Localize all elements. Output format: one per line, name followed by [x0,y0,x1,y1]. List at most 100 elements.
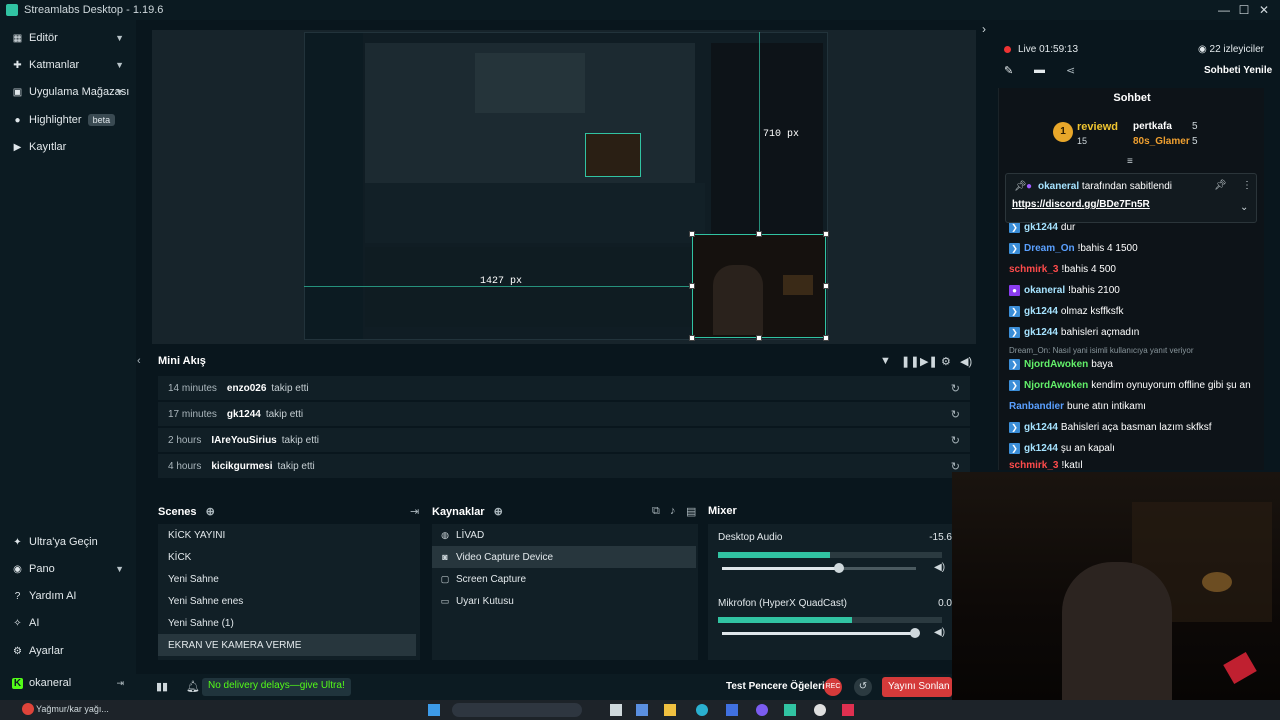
pinned-message: 📌︎ ● okaneral tarafından sabitlendi 📌︎ ⋮… [1005,173,1257,223]
layers-icon: ✚ [13,59,22,71]
close-icon[interactable]: ✕ [1256,2,1272,18]
scene-item[interactable]: Yeni Sahne [158,568,416,590]
slider-knob[interactable] [834,563,844,573]
streamlabs-icon[interactable] [784,704,796,716]
rank-badge-icon: 1 [1053,122,1073,142]
source-item[interactable]: ▭ Uyarı Kutusu [432,590,696,612]
slider-knob[interactable] [910,628,920,638]
start-menu-icon[interactable] [428,704,440,716]
taskbar-app-icon[interactable] [610,704,622,716]
sidebar-item-recordings[interactable]: ▶ Kayıtlar [0,135,136,159]
sidebar-item-ultra[interactable]: ✦ Ultra'ya Geçin [0,530,136,554]
taskbar-app-icon[interactable] [756,704,768,716]
add-source-icon[interactable]: ⊕ [494,506,503,518]
resize-handle[interactable] [823,231,829,237]
folder-icon[interactable]: ▤ [686,505,696,518]
stats-icon[interactable]: ▮▮ [156,680,168,693]
taskbar-app-icon[interactable] [726,704,738,716]
folder-icon[interactable] [664,704,676,716]
sidebar-user[interactable]: K okaneral ⇥ [0,671,136,695]
more-icon[interactable]: ⋮ [1242,180,1252,191]
chat-message: Ranbandier bune atın intikamı [1009,397,1259,415]
source-item-selected[interactable]: ◙ Video Capture Device [432,546,696,568]
notification-icon[interactable]: 🔔︎ [186,680,200,693]
replay-icon[interactable]: ↻ [951,460,960,473]
volume-icon[interactable]: ◀) [960,355,972,368]
selected-camera-source[interactable] [692,234,826,338]
expand-icon[interactable]: ≡ [1127,156,1133,167]
sub-badge-icon: ❯ [1009,421,1020,433]
unpin-icon[interactable]: 📌︎ [1214,180,1227,191]
scene-item[interactable]: KİCK YAYINI [158,524,416,546]
filter-icon[interactable]: ▼ [880,355,891,367]
collapse-right-icon[interactable]: › [982,22,986,36]
taskbar-app-icon[interactable] [814,704,826,716]
search-bar[interactable] [452,703,582,717]
chevron-down-icon[interactable]: ⌄ [1240,202,1248,213]
collapse-left-icon[interactable]: ‹ [137,355,141,367]
browser-icon[interactable] [696,704,708,716]
taskbar-app-icon[interactable] [636,704,648,716]
resize-handle[interactable] [823,335,829,341]
logout-icon[interactable]: ⇥ [116,678,124,689]
replay-buffer-icon[interactable]: ↺ [854,678,872,696]
live-dot-icon [1004,46,1011,53]
chat-user: gk1244 [1024,421,1058,433]
maximize-icon[interactable]: ☐ [1236,2,1252,18]
scene-label: Yeni Sahne [168,573,219,585]
scene-item[interactable]: Yeni Sahne enes [158,590,416,612]
volume-icon[interactable]: ◀) [934,627,945,638]
volume-slider[interactable] [722,628,920,638]
scene-item[interactable]: KİCK [158,546,416,568]
resize-handle[interactable] [823,283,829,289]
settings-icon[interactable]: ⚙ [941,355,951,368]
event-action: takip etti [277,460,315,472]
third-count: 5 [1192,136,1198,147]
taskbar-app-icon[interactable] [842,704,854,716]
sidebar-item-settings[interactable]: ⚙ Ayarlar [0,639,136,663]
resize-handle[interactable] [756,231,762,237]
rec-button[interactable]: REC [824,678,842,696]
ultra-banner[interactable]: No delivery delays—give Ultra! [202,678,351,696]
sidebar-item-store[interactable]: ▣ Uygulama Mağazası ▼ [0,80,136,104]
pinned-link[interactable]: https://discord.gg/BDe7Fn5R [1012,199,1150,210]
resize-handle[interactable] [689,335,695,341]
source-audio-icon[interactable]: ♪ [670,505,676,517]
weather-label: Yağmur/kar yağı... [36,704,109,714]
sidebar-item-help-ai[interactable]: ? Yardım AI [0,584,136,608]
replay-icon[interactable]: ↻ [951,408,960,421]
source-item[interactable]: ▢ Screen Capture [432,568,696,590]
reply-note: Dream_On: Nasıl yani isimli kullanıcıya … [1009,346,1194,355]
resize-handle[interactable] [689,231,695,237]
end-stream-button[interactable]: Yayını Sonlan [882,677,952,697]
sidebar-item-label: Ayarlar [29,645,64,657]
edit-icon[interactable]: ✎ [1004,64,1013,77]
volume-slider[interactable] [722,563,916,573]
pause-icon[interactable]: ❚❚ [901,355,919,368]
volume-icon[interactable]: ◀) [934,562,945,573]
sidebar-item-highlighter[interactable]: ● Highlighter beta [0,108,136,132]
sidebar-item-layers[interactable]: ✚ Katmanlar ▼ [0,53,136,77]
resize-handle[interactable] [756,335,762,341]
sidebar-item-editor[interactable]: ▦ Editör ▼ [0,26,136,50]
replay-icon[interactable]: ↻ [951,434,960,447]
refresh-chat-button[interactable]: Sohbeti Yenile [1204,65,1272,76]
scene-transition-icon[interactable]: ⇥ [410,505,419,518]
source-item[interactable]: ◍ LİVAD [432,524,696,546]
share-icon[interactable]: ⋖ [1066,64,1075,77]
user-name: okaneral [29,677,72,689]
skip-icon[interactable]: ▶❚ [920,355,938,368]
scene-item-selected[interactable]: EKRAN VE KAMERA VERME [158,634,416,656]
cards-icon[interactable]: ▬ [1034,64,1045,76]
add-scene-icon[interactable]: ⊕ [206,506,215,518]
sidebar-item-ai[interactable]: ✧ AI [0,611,136,635]
minimize-icon[interactable]: — [1216,2,1232,18]
source-group-icon[interactable]: ⧉ [652,505,660,518]
kick-logo-icon: K [12,677,23,689]
scene-item[interactable]: Yeni Sahne (1) [158,612,416,634]
replay-icon[interactable]: ↻ [951,382,960,395]
test-widgets-button[interactable]: Test Pencere Öğeleri [726,681,825,692]
sidebar-item-dashboard[interactable]: ◉ Pano ▼ [0,557,136,581]
event-action: takip etti [265,408,304,420]
resize-handle[interactable] [689,283,695,289]
